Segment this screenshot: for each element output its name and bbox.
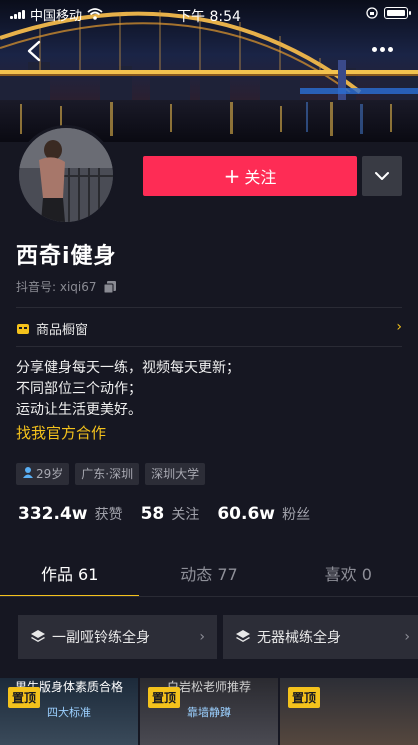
tab-dynamics[interactable]: 动态 77 bbox=[139, 554, 278, 596]
copy-icon[interactable] bbox=[103, 280, 117, 294]
male-icon bbox=[22, 463, 34, 485]
more-options-icon[interactable] bbox=[372, 43, 396, 55]
tabs-divider bbox=[0, 596, 418, 597]
shop-window-row[interactable]: 商品橱窗 › bbox=[16, 317, 402, 339]
chevron-right-icon: › bbox=[199, 629, 205, 645]
plus-icon: + bbox=[223, 164, 241, 188]
video-thumbnail[interactable]: 男生版身体素质合格 四大标准 置顶 bbox=[0, 678, 138, 745]
school-tag: 深圳大学 bbox=[145, 463, 206, 485]
douyin-id-row: 抖音号: xiqi67 bbox=[16, 278, 117, 295]
divider bbox=[16, 307, 402, 308]
avatar[interactable] bbox=[16, 125, 116, 225]
profile-tags: 29岁 广东·深圳 深圳大学 bbox=[16, 463, 206, 485]
bio: 分享健身每天一练，视频每天更新； 不同部位三个动作； 运动让生活更美好。 找我官… bbox=[16, 358, 240, 444]
bio-line: 运动让生活更美好。 bbox=[16, 402, 142, 418]
orientation-lock-icon bbox=[366, 7, 378, 19]
chevron-down-icon bbox=[375, 172, 389, 180]
divider bbox=[16, 346, 402, 347]
location-tag: 广东·深圳 bbox=[75, 463, 140, 485]
collections-row: 一副哑铃练全身 › 无器械练全身 › bbox=[18, 615, 418, 659]
recommend-dropdown-button[interactable] bbox=[362, 156, 402, 196]
chevron-right-icon: › bbox=[396, 319, 402, 335]
pinned-badge: 置顶 bbox=[148, 687, 181, 708]
bio-line: 分享健身每天一练，视频每天更新； bbox=[16, 360, 240, 376]
video-thumbnail[interactable]: 白岩松老师推荐 靠墙静蹲 置顶 bbox=[140, 678, 278, 745]
video-thumbnail[interactable]: 置顶 bbox=[280, 678, 418, 745]
follow-button[interactable]: + 关注 bbox=[143, 156, 357, 196]
tab-likes[interactable]: 喜欢 0 bbox=[279, 554, 418, 596]
cooperate-link[interactable]: 找我官方合作 bbox=[16, 423, 240, 444]
back-arrow-icon[interactable] bbox=[24, 40, 46, 62]
collection-label: 无器械练全身 bbox=[257, 630, 341, 646]
content-tabs: 作品 61 动态 77 喜欢 0 bbox=[0, 554, 418, 597]
collection-no-equipment[interactable]: 无器械练全身 › bbox=[223, 615, 418, 659]
bio-line: 不同部位三个动作； bbox=[16, 381, 142, 397]
battery-icon bbox=[384, 7, 411, 19]
douyin-id: 抖音号: xiqi67 bbox=[16, 280, 97, 294]
follow-label: 关注 bbox=[244, 168, 277, 187]
clock: 下午 8:54 bbox=[177, 9, 241, 25]
chevron-right-icon: › bbox=[404, 629, 410, 645]
shop-icon bbox=[17, 324, 29, 334]
pinned-badge: 置顶 bbox=[288, 687, 321, 708]
collection-label: 一副哑铃练全身 bbox=[52, 630, 150, 646]
shop-label: 商品橱窗 bbox=[36, 322, 89, 338]
status-bar: 中国移动 下午 8:54 bbox=[0, 0, 418, 28]
nickname: 西奇i健身 bbox=[16, 244, 117, 269]
profile-stats: 332.4w 获赞 58 关注 60.6w 粉丝 bbox=[18, 504, 310, 524]
age-tag: 29岁 bbox=[16, 463, 70, 485]
following-stat[interactable]: 58 关注 bbox=[141, 504, 200, 524]
likes-stat: 332.4w 获赞 bbox=[18, 504, 123, 524]
layers-icon bbox=[236, 630, 250, 642]
collection-dumbbell[interactable]: 一副哑铃练全身 › bbox=[18, 615, 217, 659]
tab-works[interactable]: 作品 61 bbox=[0, 554, 140, 597]
pinned-badge: 置顶 bbox=[8, 687, 41, 708]
followers-stat[interactable]: 60.6w 粉丝 bbox=[217, 504, 310, 524]
video-grid: 男生版身体素质合格 四大标准 置顶 白岩松老师推荐 靠墙静蹲 置顶 置顶 bbox=[0, 678, 418, 745]
layers-icon bbox=[31, 630, 45, 642]
